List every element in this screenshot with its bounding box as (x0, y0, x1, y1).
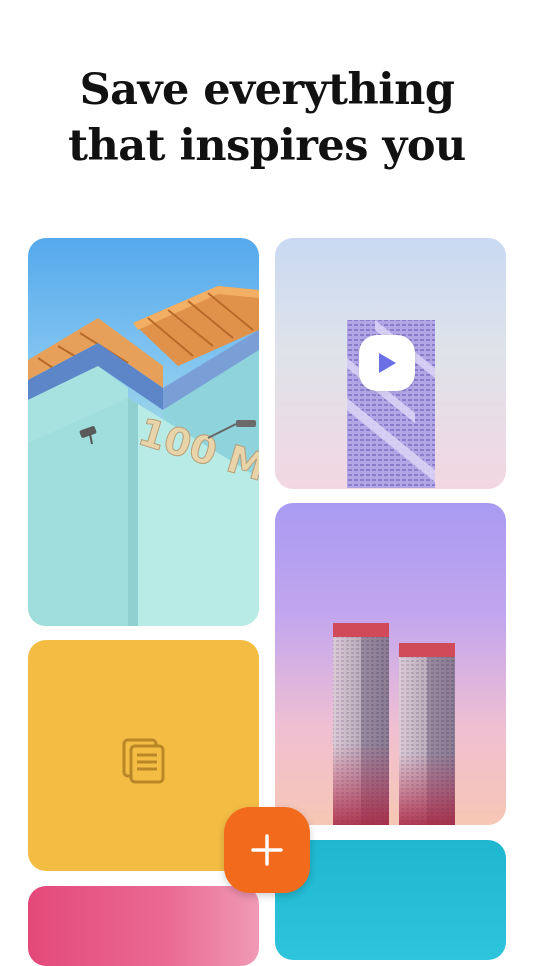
headline-line-1: Save everything (79, 65, 455, 115)
notes-icon (122, 738, 166, 784)
image-tile-twin-towers[interactable] (275, 503, 506, 825)
headline-line-2: that inspires you (68, 121, 466, 171)
video-tile-tower[interactable] (275, 238, 506, 489)
image-tile-building[interactable]: 100 MAR (28, 238, 259, 626)
add-button[interactable] (224, 807, 310, 893)
building-illustration: 100 MAR (28, 286, 259, 626)
headline: Save everything that inspires you (0, 62, 534, 174)
twin-towers-illustration (333, 623, 455, 825)
plus-icon (251, 834, 283, 866)
image-tile-pink-sky[interactable] (28, 886, 259, 966)
play-icon (379, 353, 396, 373)
play-button[interactable] (359, 335, 415, 391)
